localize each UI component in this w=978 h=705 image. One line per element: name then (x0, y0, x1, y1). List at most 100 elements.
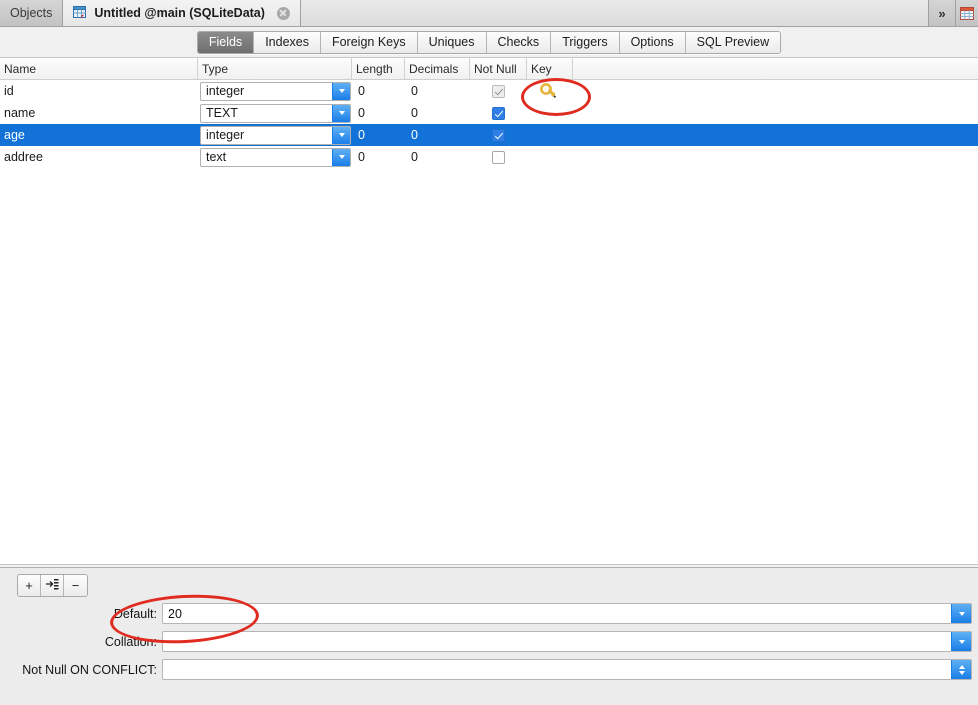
chevron-up-down-icon[interactable] (951, 660, 971, 679)
window-tab-label: Objects (10, 6, 53, 20)
tab-sql-preview[interactable]: SQL Preview (685, 31, 781, 53)
window-tab-objects[interactable]: Objects (0, 0, 64, 26)
chevron-down-icon[interactable] (332, 148, 350, 166)
not-null-on-conflict-field-row: Not Null ON CONFLICT: (0, 659, 978, 680)
collation-label: Collation: (104, 634, 157, 649)
type-dropdown[interactable]: integer (200, 81, 351, 101)
type-dropdown-value: integer (206, 84, 245, 98)
field-row-spacer (573, 146, 978, 168)
field-name-cell[interactable]: id (0, 80, 198, 102)
chevron-double-right-icon: » (938, 5, 946, 21)
plus-icon: + (25, 578, 33, 593)
type-dropdown-value: text (206, 150, 227, 164)
default-field-row: Default: 20 (0, 603, 978, 624)
column-header-name[interactable]: Name (0, 58, 198, 79)
type-dropdown[interactable]: TEXT (200, 103, 351, 123)
add-field-button[interactable]: + (18, 575, 41, 596)
tab-label: Fields (208, 35, 243, 49)
window-tab-bar: Objects Untitled @main (SQLiteData) » (0, 0, 978, 27)
column-header-length[interactable]: Length (352, 58, 405, 79)
insert-field-button[interactable] (41, 575, 64, 596)
chevron-down-icon[interactable] (332, 82, 350, 100)
default-field[interactable]: 20 (162, 603, 972, 624)
field-row-spacer (573, 80, 978, 102)
not-null-checkbox (492, 84, 505, 98)
tab-label: Checks (497, 35, 540, 49)
tab-label: Triggers (562, 35, 608, 49)
not-null-on-conflict-field[interactable] (162, 659, 972, 680)
chevron-down-icon[interactable] (951, 632, 971, 651)
chevron-down-icon[interactable] (332, 104, 350, 122)
table-design-icon (73, 6, 88, 20)
field-decimals-cell[interactable]: 0 (405, 102, 470, 124)
field-type-cell[interactable]: integer (198, 80, 352, 102)
not-null-checkbox[interactable] (492, 150, 505, 164)
field-key-cell[interactable] (527, 124, 573, 146)
field-type-cell[interactable]: text (198, 146, 352, 168)
field-decimals-cell[interactable]: 0 (405, 80, 470, 102)
field-name-cell[interactable]: age (0, 124, 198, 146)
table-row[interactable]: name TEXT 0 0 (0, 102, 978, 124)
field-key-cell[interactable] (527, 80, 573, 102)
chevron-down-icon[interactable] (332, 126, 350, 144)
field-row-spacer (573, 102, 978, 124)
fields-grid-header: Name Type Length Decimals Not Null Key (0, 58, 978, 80)
column-header-type[interactable]: Type (198, 58, 352, 79)
tab-indexes[interactable]: Indexes (254, 31, 321, 53)
tab-triggers[interactable]: Triggers (551, 31, 620, 53)
designer-tab-segments: Fields Indexes Foreign Keys Uniques Chec… (196, 30, 782, 54)
tab-label: Uniques (428, 35, 475, 49)
field-type-cell[interactable]: integer (198, 124, 352, 146)
collation-field-row: Collation: (0, 631, 978, 652)
type-dropdown[interactable]: integer (200, 125, 351, 145)
field-not-null-cell[interactable] (470, 146, 527, 168)
field-not-null-cell[interactable] (470, 80, 527, 102)
type-dropdown-value: integer (206, 128, 245, 142)
not-null-on-conflict-label: Not Null ON CONFLICT: (22, 662, 157, 677)
close-icon[interactable] (276, 6, 290, 20)
not-null-checkbox[interactable] (492, 106, 505, 120)
field-decimals-cell[interactable]: 0 (405, 124, 470, 146)
table-icon[interactable] (956, 0, 978, 26)
table-row[interactable]: age integer 0 0 (0, 124, 978, 146)
field-length-cell[interactable]: 0 (352, 80, 405, 102)
tab-options[interactable]: Options (619, 31, 686, 53)
tab-foreign-keys[interactable]: Foreign Keys (320, 31, 418, 53)
field-row-spacer (573, 124, 978, 146)
field-key-cell[interactable] (527, 102, 573, 124)
tab-uniques[interactable]: Uniques (417, 31, 487, 53)
default-label: Default: (113, 606, 157, 621)
field-type-cell[interactable]: TEXT (198, 102, 352, 124)
field-name-cell[interactable]: name (0, 102, 198, 124)
type-dropdown-value: TEXT (206, 106, 238, 120)
tab-fields[interactable]: Fields (197, 31, 255, 53)
tab-checks[interactable]: Checks (486, 31, 552, 53)
not-null-checkbox[interactable] (492, 128, 505, 142)
collation-field[interactable] (162, 631, 972, 652)
chevron-down-icon[interactable] (951, 604, 971, 623)
column-header-spacer (573, 58, 978, 79)
field-not-null-cell[interactable] (470, 124, 527, 146)
type-dropdown[interactable]: text (200, 147, 351, 167)
window-tab-untitled-main[interactable]: Untitled @main (SQLiteData) (63, 0, 301, 26)
field-length-cell[interactable]: 0 (352, 102, 405, 124)
tab-label: Options (630, 35, 674, 49)
table-row[interactable]: id integer 0 0 (0, 80, 978, 102)
table-row[interactable]: addree text 0 0 (0, 146, 978, 168)
column-header-not-null[interactable]: Not Null (470, 58, 527, 79)
field-detail-panel: + − Default: 20 Collation: Not Null ON C… (0, 568, 978, 705)
field-length-cell[interactable]: 0 (352, 124, 405, 146)
tab-overflow-button[interactable]: » (929, 0, 956, 26)
field-decimals-cell[interactable]: 0 (405, 146, 470, 168)
remove-field-button[interactable]: − (64, 575, 87, 596)
field-toolbar: + − (17, 574, 88, 597)
field-name-cell[interactable]: addree (0, 146, 198, 168)
column-header-key[interactable]: Key (527, 58, 573, 79)
tab-bar-empty-area (300, 0, 929, 26)
tab-label: SQL Preview (696, 35, 770, 49)
field-not-null-cell[interactable] (470, 102, 527, 124)
column-header-decimals[interactable]: Decimals (405, 58, 470, 79)
window-tab-label: Untitled @main (SQLiteData) (94, 6, 265, 20)
field-key-cell[interactable] (527, 146, 573, 168)
field-length-cell[interactable]: 0 (352, 146, 405, 168)
